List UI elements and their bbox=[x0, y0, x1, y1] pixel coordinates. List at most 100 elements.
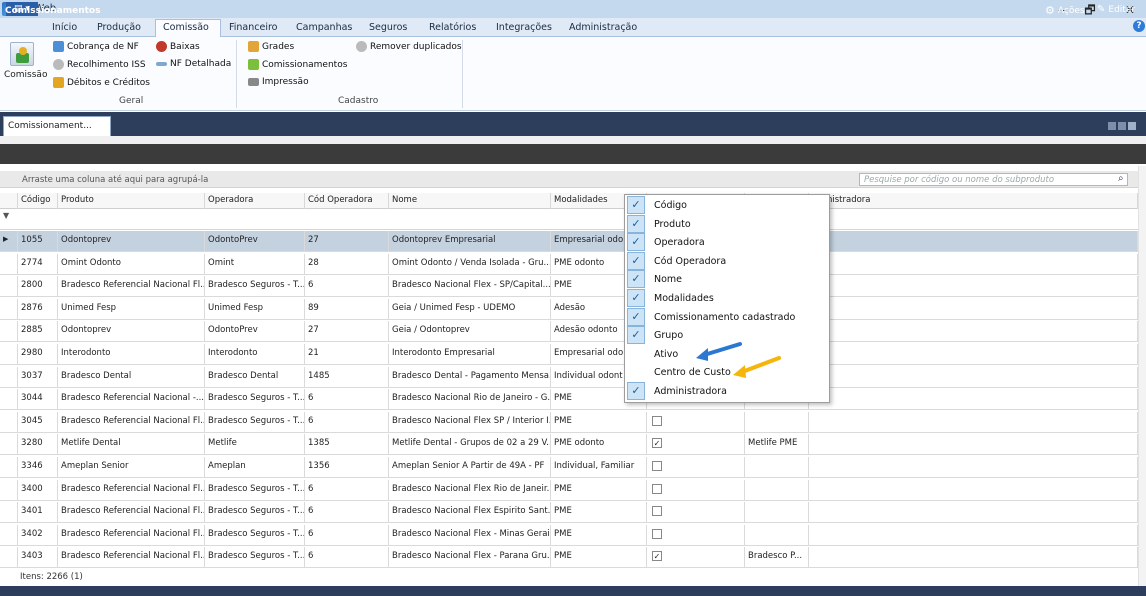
table-row[interactable]: 3280 Metlife Dental Metlife 1385 Metlife Den… bbox=[0, 434, 1138, 456]
header-operadora[interactable]: Operadora bbox=[205, 193, 305, 209]
table-row[interactable]: 3402 Bradesco Referencial Nacional Fl... B… bbox=[0, 524, 1138, 546]
debitos-creditos-button[interactable]: Débitos e Créditos bbox=[53, 77, 150, 88]
panel-title: Comissionamentos bbox=[5, 6, 101, 16]
column-option[interactable]: ✓ Modalidades bbox=[625, 289, 829, 307]
header-nome[interactable]: Nome bbox=[389, 193, 551, 209]
checkmark-icon[interactable]: ✓ bbox=[627, 382, 645, 400]
nav-prev-icon[interactable] bbox=[1108, 122, 1116, 130]
cell-codigo: 2876 bbox=[18, 298, 58, 320]
table-row[interactable]: 3346 Ameplan Senior Ameplan 1356 Ameplan Sen… bbox=[0, 457, 1138, 478]
acoes-button[interactable]: ⚙ Ações bbox=[1045, 4, 1085, 17]
ativo-checkbox[interactable]: ✓ bbox=[652, 551, 662, 562]
ativo-checkbox[interactable]: ✓ bbox=[652, 438, 662, 449]
cell-produto: Metlife Dental bbox=[58, 434, 205, 456]
cell-operadora: Bradesco Seguros - T... bbox=[205, 524, 305, 546]
tab-administracao[interactable]: Administração bbox=[569, 22, 637, 33]
column-option[interactable]: ✓ Código bbox=[625, 196, 829, 214]
recolhimento-iss-button[interactable]: Recolhimento ISS bbox=[53, 59, 146, 70]
tab-producao[interactable]: Produção bbox=[97, 22, 141, 33]
checkmark-icon[interactable]: ✓ bbox=[627, 233, 645, 252]
header-cod-operadora[interactable]: Cód Operadora bbox=[305, 193, 389, 209]
ativo-checkbox[interactable] bbox=[652, 528, 662, 539]
column-option[interactable]: ✓ Administradora bbox=[625, 382, 829, 400]
tab-relatorios[interactable]: Relatórios bbox=[429, 22, 476, 33]
checkmark-icon[interactable]: ✓ bbox=[627, 326, 645, 345]
search-icon[interactable]: ⌕ bbox=[1118, 173, 1128, 185]
column-option[interactable]: ✓ Operadora bbox=[625, 233, 829, 252]
filter-icon[interactable]: ▼ bbox=[3, 211, 9, 220]
checkmark-icon[interactable]: ✓ bbox=[627, 307, 645, 326]
tab-campanhas[interactable]: Campanhas bbox=[296, 22, 352, 33]
table-row[interactable]: 3044 Bradesco Referencial Nacional -... Br… bbox=[0, 389, 1138, 411]
checkmark-icon[interactable]: ✓ bbox=[627, 251, 645, 270]
ativo-checkbox[interactable] bbox=[652, 483, 662, 494]
nf-detalhada-button[interactable]: NF Detalhada bbox=[156, 59, 231, 69]
nav-list-icon[interactable] bbox=[1128, 122, 1136, 130]
cell-codigo: 2774 bbox=[18, 253, 58, 275]
cell-nome: Geia / Odontoprev bbox=[389, 321, 551, 343]
tab-integracoes[interactable]: Integrações bbox=[496, 22, 552, 33]
vertical-scrollbar[interactable] bbox=[1138, 166, 1146, 586]
column-option[interactable]: ✓ Produto bbox=[625, 214, 829, 233]
title-bar bbox=[0, 0, 1146, 20]
nf-detalhada-label: NF Detalhada bbox=[170, 59, 232, 69]
cobranca-nf-button[interactable]: Cobrança de NF bbox=[53, 41, 139, 52]
cell-cod-operadora: 1356 bbox=[305, 457, 389, 478]
cell-ativo bbox=[647, 411, 745, 433]
column-option[interactable]: ✓ Comissionamento cadastrado bbox=[625, 307, 829, 326]
table-row[interactable]: 2774 Omint Odonto Omint 28 Omint Odonto / Ve… bbox=[0, 253, 1138, 275]
checkmark-icon[interactable]: ✓ bbox=[627, 196, 645, 214]
nav-next-icon[interactable] bbox=[1118, 122, 1126, 130]
ativo-checkbox[interactable] bbox=[652, 461, 662, 471]
cell-operadora: Omint bbox=[205, 253, 305, 275]
cell-nome: Omint Odonto / Venda Isolada - Gru... bbox=[389, 253, 551, 275]
column-option[interactable]: ✓ Cód Operadora bbox=[625, 251, 829, 270]
header-administradora[interactable]: nistradora bbox=[809, 193, 1138, 209]
checkmark-icon[interactable]: ✓ bbox=[627, 214, 645, 233]
cell-produto: Bradesco Referencial Nacional Fl... bbox=[58, 479, 205, 501]
cell-ativo bbox=[647, 502, 745, 524]
tab-financeiro[interactable]: Financeiro bbox=[229, 22, 278, 33]
remover-duplicados-button[interactable]: Remover duplicados bbox=[356, 41, 462, 52]
tab-seguros[interactable]: Seguros bbox=[369, 22, 407, 33]
editar-button[interactable]: ✎ Editar bbox=[1097, 4, 1135, 15]
cell-nome: Ameplan Senior A Partir de 49A - PF bbox=[389, 457, 551, 478]
search-input[interactable]: Pesquise por código ou nome do subprodut… bbox=[859, 173, 1128, 186]
table-row[interactable]: 3037 Bradesco Dental Bradesco Dental 1485 Br… bbox=[0, 366, 1138, 388]
table-row[interactable]: 3045 Bradesco Referencial Nacional Fl... B… bbox=[0, 411, 1138, 433]
impressao-button[interactable]: Impressão bbox=[248, 77, 309, 87]
ativo-checkbox[interactable] bbox=[652, 415, 662, 426]
comissionamentos-button[interactable]: Comissionamentos bbox=[248, 59, 347, 70]
table-row[interactable]: 2980 Interodonto Interodonto 21 Interodonto … bbox=[0, 344, 1138, 365]
cell-nome: Bradesco Nacional Flex Rio de Janeir... bbox=[389, 479, 551, 501]
column-option[interactable]: ✓ Nome bbox=[625, 270, 829, 289]
column-option-label: Produto bbox=[654, 218, 691, 230]
table-row[interactable]: 3400 Bradesco Referencial Nacional Fl... B… bbox=[0, 479, 1138, 501]
table-row[interactable]: ▶ 1055 Odontoprev OdontoPrev 27 Odontoprev Em… bbox=[0, 231, 1138, 252]
table-row[interactable]: 2800 Bradesco Referencial Nacional Fl... B… bbox=[0, 276, 1138, 298]
help-icon[interactable]: ? bbox=[1133, 20, 1145, 32]
checkmark-icon[interactable]: ✓ bbox=[627, 270, 645, 289]
table-row[interactable]: 2876 Unimed Fesp Unimed Fesp 89 Geia / Unime… bbox=[0, 298, 1138, 320]
cell-produto: Ameplan Senior bbox=[58, 457, 205, 478]
doc-tab-comissionamentos[interactable]: Comissionament... bbox=[3, 116, 111, 136]
header-codigo[interactable]: Código bbox=[18, 193, 58, 209]
table-row[interactable]: 2885 Odontoprev OdontoPrev 27 Geia / Odontop… bbox=[0, 321, 1138, 343]
cell-modalidades: PME bbox=[551, 524, 647, 546]
grades-button[interactable]: Grades bbox=[248, 41, 294, 52]
table-row[interactable]: 3403 Bradesco Referencial Nacional Fl... B… bbox=[0, 547, 1138, 569]
table-row[interactable]: 3401 Bradesco Referencial Nacional Fl... B… bbox=[0, 502, 1138, 524]
filter-row[interactable] bbox=[0, 209, 1138, 230]
comissao-big-button-label[interactable]: Comissão bbox=[4, 70, 47, 80]
comissao-big-icon[interactable] bbox=[10, 42, 34, 66]
tab-inicio[interactable]: Início bbox=[52, 22, 77, 33]
column-option[interactable]: Centro de Custo bbox=[625, 363, 829, 381]
tab-comissao[interactable]: Comissão bbox=[163, 22, 209, 33]
checkmark-icon[interactable]: ✓ bbox=[627, 289, 645, 307]
header-produto[interactable]: Produto bbox=[58, 193, 205, 209]
baixas-button[interactable]: Baixas bbox=[156, 41, 200, 52]
cell-codigo: 3037 bbox=[18, 366, 58, 388]
column-option-label: Grupo bbox=[654, 330, 684, 342]
ativo-checkbox[interactable] bbox=[652, 506, 662, 517]
cell-cod-operadora: 6 bbox=[305, 389, 389, 411]
